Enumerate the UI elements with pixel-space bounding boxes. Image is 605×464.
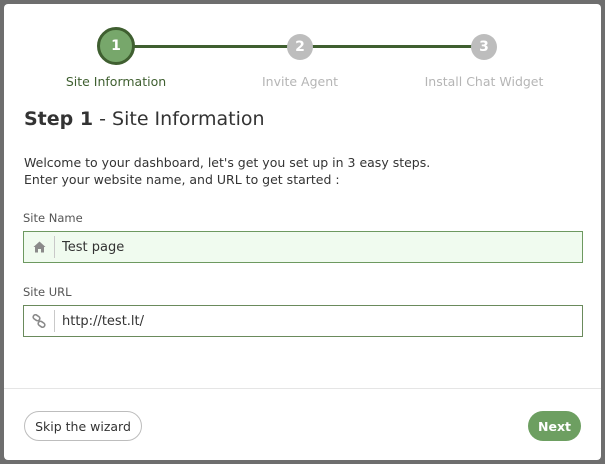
intro-text: Welcome to your dashboard, let's get you… — [24, 154, 430, 188]
step-number-heading: Step 1 — [24, 108, 94, 130]
site-url-field — [23, 305, 583, 337]
next-button[interactable]: Next — [528, 411, 581, 441]
step-2-label: Invite Agent — [261, 74, 339, 89]
intro-line-1: Welcome to your dashboard, let's get you… — [24, 155, 431, 170]
page-title: Step 1 - Site Information — [24, 108, 265, 130]
intro-line-2: Enter your website name, and URL to get … — [24, 172, 340, 187]
site-name-label: Site Name — [23, 211, 83, 225]
step-3-number: 3 — [479, 39, 489, 55]
step-2-number: 2 — [295, 39, 305, 55]
step-connector-1-2 — [132, 45, 304, 48]
step-2-indicator[interactable]: 2 — [287, 34, 313, 60]
step-1-label: Site Information — [65, 74, 167, 89]
site-url-input[interactable] — [55, 306, 582, 336]
home-icon — [24, 236, 55, 258]
link-icon — [24, 310, 55, 332]
site-url-label: Site URL — [23, 285, 72, 299]
step-1-indicator[interactable]: 1 — [97, 27, 135, 65]
setup-wizard-modal: 1 2 3 Site Information Invite Agent Inst… — [4, 4, 601, 460]
step-1-number: 1 — [111, 38, 121, 54]
step-connector-2-3 — [312, 45, 482, 48]
wizard-stepper: 1 2 3 Site Information Invite Agent Inst… — [4, 4, 601, 104]
heading-separator: - — [93, 108, 113, 130]
site-name-field — [23, 231, 583, 263]
step-3-label: Install Chat Widget — [424, 74, 544, 89]
skip-wizard-button[interactable]: Skip the wizard — [24, 411, 142, 441]
step-3-indicator[interactable]: 3 — [471, 34, 497, 60]
step-title-heading: Site Information — [112, 108, 265, 130]
site-name-input[interactable] — [55, 232, 582, 262]
footer-divider — [4, 388, 601, 389]
